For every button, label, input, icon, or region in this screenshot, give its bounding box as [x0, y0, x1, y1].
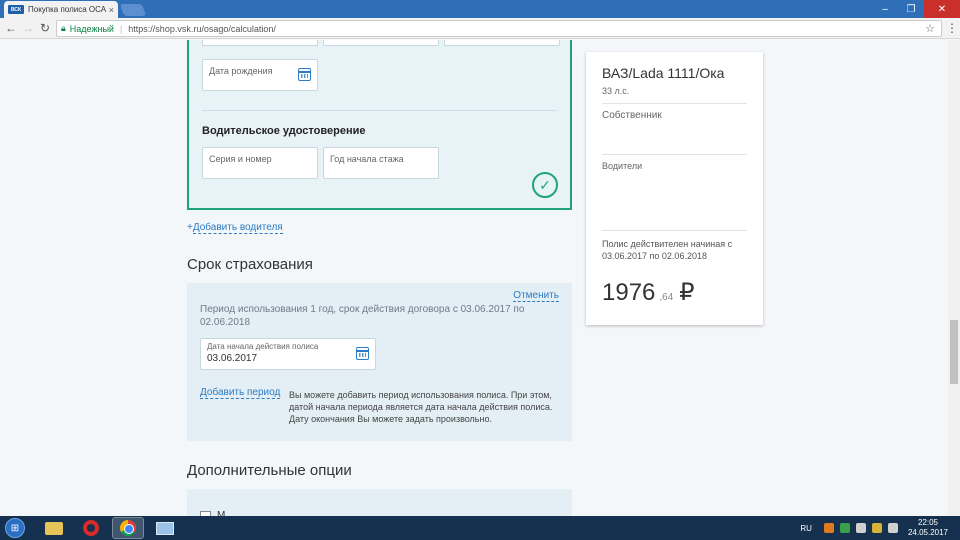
browser-menu-icon[interactable]: ⋮ — [946, 21, 958, 35]
calendar-icon[interactable] — [298, 68, 311, 81]
browser-titlebar: ВСК Покупка полиса ОСАГО × – ❐ ✕ — [0, 0, 960, 18]
plus-icon: + — [187, 222, 193, 233]
reload-icon[interactable]: ↻ — [38, 21, 52, 35]
policy-validity-text: Полис действителен начиная с 03.06.2017 … — [602, 239, 733, 261]
clock-date: 24.05.2017 — [907, 528, 948, 537]
add-period-info: Вы можете добавить период использования … — [289, 390, 553, 424]
add-driver-link[interactable]: +Добавить водителя — [187, 222, 283, 234]
driver-lastname-field[interactable] — [202, 40, 318, 46]
url-bar[interactable]: 🔒︎ Надежный | https://shop.vsk.ru/osago/… — [56, 20, 942, 37]
back-arrow-icon[interactable]: ← — [4, 21, 18, 35]
period-description: Период использования 1 год, срок действи… — [200, 304, 525, 328]
insurance-period-title: Срок страхования — [187, 256, 313, 273]
tab-close-icon[interactable]: × — [109, 5, 114, 15]
windows-taskbar: ⊞ RU 22:05 24.05.2017 — [0, 516, 960, 540]
summary-divider — [602, 154, 747, 155]
license-series-number-field[interactable]: Серия и номер — [202, 147, 318, 179]
birth-date-placeholder: Дата рождения — [209, 66, 273, 76]
taskbar-clock[interactable]: 22:05 24.05.2017 — [908, 518, 948, 538]
close-window-icon[interactable]: ✕ — [924, 0, 960, 18]
price-rubles: 1976 — [602, 279, 656, 306]
bookmark-star-icon[interactable]: ☆ — [925, 22, 935, 35]
driver-patronymic-field[interactable] — [444, 40, 560, 46]
clock-time: 22:05 — [917, 518, 938, 527]
tab-title: Покупка полиса ОСАГО — [28, 5, 106, 14]
summary-divider — [602, 230, 747, 231]
chrome-taskbar-button[interactable] — [112, 517, 144, 539]
summary-divider — [602, 103, 747, 104]
car-power: 33 л.с. — [602, 86, 630, 96]
price-kopecks: ,64 — [659, 292, 674, 303]
page-scrollbar[interactable] — [948, 40, 960, 516]
chrome-icon — [120, 520, 136, 536]
folder-icon — [45, 521, 63, 535]
browser-tab[interactable]: ВСК Покупка полиса ОСАГО × — [4, 1, 118, 18]
add-driver-label: Добавить водителя — [192, 222, 283, 234]
volume-icon[interactable] — [887, 523, 898, 533]
add-period-link[interactable]: Добавить период — [200, 387, 281, 399]
secure-label: Надежный — [69, 23, 114, 34]
tray-app-icon[interactable] — [839, 523, 850, 533]
driver-form-card: Дата рождения Водительское удостоверение… — [187, 40, 572, 210]
opera-icon — [83, 520, 99, 536]
policy-price: 1976 ,64 ₽ — [602, 278, 695, 307]
insurance-period-card: Отменить Период использования 1 год, сро… — [187, 283, 572, 441]
language-indicator[interactable]: RU — [800, 524, 812, 533]
explorer-taskbar-button[interactable] — [38, 517, 70, 539]
policy-start-date-label: Дата начала действия полиса — [207, 342, 319, 351]
tray-app-icon[interactable] — [823, 523, 834, 533]
cancel-link[interactable]: Отменить — [513, 290, 559, 302]
minimize-icon[interactable]: – — [872, 0, 898, 18]
page-content: Дата рождения Водительское удостоверение… — [0, 40, 960, 516]
experience-start-placeholder: Год начала стажа — [330, 154, 404, 164]
new-tab-button[interactable] — [119, 4, 147, 16]
scrollbar-thumb[interactable] — [950, 320, 958, 384]
experience-start-year-field[interactable]: Год начала стажа — [323, 147, 439, 179]
policy-summary-card: ВАЗ/Lada 1111/Ока 33 л.с. Собственник Во… — [586, 52, 763, 325]
opera-taskbar-button[interactable] — [75, 517, 107, 539]
policy-start-date-field[interactable]: Дата начала действия полиса 03.06.2017 — [200, 338, 376, 370]
windows-logo-icon: ⊞ — [5, 518, 25, 538]
url-text: https://shop.vsk.ru/osago/calculation/ — [128, 23, 276, 34]
window-taskbar-button[interactable] — [149, 517, 181, 539]
license-section-title: Водительское удостоверение — [202, 125, 366, 137]
additional-options-title: Дополнительные опции — [187, 462, 352, 479]
owner-label: Собственник — [602, 110, 662, 121]
address-toolbar: ← → ↻ 🔒︎ Надежный | https://shop.vsk.ru/… — [0, 18, 960, 39]
additional-options-card: М — [187, 489, 572, 516]
drivers-label: Водители — [602, 161, 643, 171]
car-name: ВАЗ/Lada 1111/Ока — [602, 65, 725, 81]
series-number-placeholder: Серия и номер — [209, 154, 272, 164]
lock-icon: 🔒︎ — [61, 23, 66, 33]
forward-arrow-icon[interactable]: → — [21, 21, 35, 35]
birth-date-field[interactable]: Дата рождения — [202, 59, 318, 91]
url-separator: | — [119, 23, 123, 34]
window-controls: – ❐ ✕ — [872, 0, 960, 18]
vsk-favicon-icon: ВСК — [8, 5, 24, 14]
start-button[interactable]: ⊞ — [2, 517, 28, 539]
system-tray: RU 22:05 24.05.2017 — [800, 516, 960, 540]
window-icon — [156, 521, 174, 535]
maximize-icon[interactable]: ❐ — [898, 0, 924, 18]
policy-start-date-value: 03.06.2017 — [207, 353, 258, 364]
tray-app-icon[interactable] — [871, 523, 882, 533]
section-divider — [202, 110, 557, 111]
checkmark-icon: ✓ — [532, 172, 558, 198]
calendar-icon[interactable] — [356, 347, 369, 360]
ruble-sign-icon: ₽ — [679, 279, 695, 306]
network-icon[interactable] — [855, 523, 866, 533]
driver-firstname-field[interactable] — [323, 40, 439, 46]
